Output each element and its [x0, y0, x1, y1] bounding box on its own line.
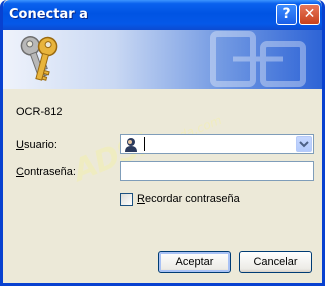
username-label: Usuario: [16, 139, 57, 151]
title-bar[interactable]: Conectar a ? ✕ [3, 0, 322, 30]
remember-accel: R [137, 193, 145, 205]
password-label-rest: ontraseña: [23, 166, 76, 178]
password-accel: C [16, 166, 24, 178]
username-dropdown-button[interactable] [296, 136, 312, 152]
user-icon [125, 138, 137, 152]
dialog-banner [3, 30, 322, 89]
close-icon: ✕ [303, 6, 316, 22]
server-name: OCR-812 [16, 106, 63, 118]
help-icon: ? [282, 6, 291, 22]
password-field[interactable] [120, 161, 314, 181]
help-button[interactable]: ? [276, 4, 297, 25]
remember-password-label[interactable]: Recordar contraseña [137, 193, 240, 205]
username-label-rest: suario: [23, 139, 57, 151]
password-label: Contraseña: [16, 166, 76, 178]
window-title: Conectar a [9, 7, 88, 22]
network-watermark-icon [210, 31, 306, 87]
chevron-down-icon [299, 141, 309, 148]
remember-label-rest: ecordar contraseña [144, 193, 240, 205]
keys-icon [20, 36, 58, 81]
username-accel: U [16, 139, 24, 151]
username-combobox[interactable] [120, 134, 314, 154]
remember-password-checkbox[interactable] [120, 193, 133, 206]
ok-button[interactable]: Aceptar [158, 251, 231, 273]
dialog-window: Conectar a ? ✕ ADSL Ayuda.com OCR-812 Us… [0, 0, 325, 286]
dialog-body: ADSL Ayuda.com OCR-812 Usuario: Contrase… [3, 89, 322, 283]
text-cursor [144, 137, 145, 151]
cancel-button[interactable]: Cancelar [239, 251, 312, 273]
close-button[interactable]: ✕ [299, 4, 320, 25]
